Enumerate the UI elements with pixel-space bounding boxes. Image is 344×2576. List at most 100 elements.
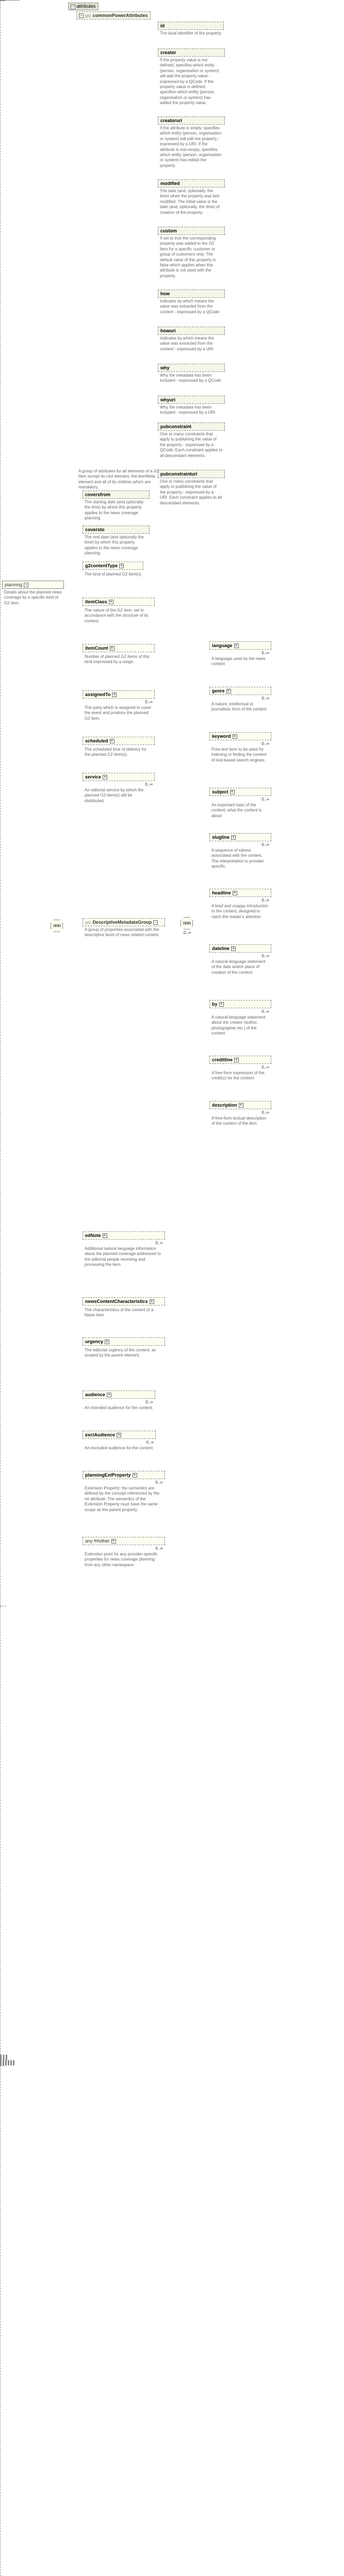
itemCount-element[interactable]: itemCount+ [83,644,155,652]
grp-prefix: grp [85,920,91,925]
expand-icon[interactable]: + [234,643,239,648]
label: custom [160,228,177,233]
expand-icon[interactable]: + [234,1058,239,1062]
expand-icon[interactable]: + [230,790,235,794]
expand-icon[interactable]: + [103,775,107,779]
expand-icon[interactable]: + [231,835,236,840]
coversto-element[interactable]: coversto [83,526,150,534]
description: The editorial urgency of the content, as… [83,1347,165,1360]
description: If set to true the corresponding propert… [158,235,225,280]
keyword-element[interactable]: keyword+ [209,732,271,740]
language-element[interactable]: language+ [209,641,271,650]
description: Why the metadata has been included - exp… [158,372,225,385]
urgency-element[interactable]: urgency+ [83,1337,165,1346]
desc-meta-label: DescriptiveMetadataGroup [93,920,152,925]
grp-prefix: grp [85,13,91,18]
g2contentType-element[interactable]: g2contentType+ [83,562,143,570]
pubconstraint-element[interactable]: pubconstraint [158,422,225,431]
label: subject [212,789,228,794]
expand-icon[interactable]: + [111,1539,116,1544]
common-power-attributes[interactable]: − grp commonPowerAttributes [76,11,151,20]
label: itemClass [85,599,107,604]
expand-icon[interactable]: + [233,734,237,739]
label: itemCount [85,646,108,651]
desc-meta-card: 0..∞ [182,930,193,935]
sequence-connector: ⊟⊟⊟ [181,917,193,929]
dateline-element[interactable]: dateline+ [209,944,271,953]
custom-element[interactable]: custom [158,227,225,235]
coversfrom-element[interactable]: coversfrom [83,490,150,499]
expand-icon[interactable]: + [110,739,114,743]
expand-icon[interactable]: + [107,1393,111,1397]
expand-icon[interactable]: + [150,1299,154,1304]
expand-icon[interactable]: + [119,564,124,568]
why-element[interactable]: why [158,364,225,372]
whyuri-element[interactable]: whyuri [158,396,225,404]
expand-icon[interactable]: + [226,689,231,693]
description: The starting date (and optionally the ti… [83,499,150,522]
how-element[interactable]: how [158,290,225,298]
description: The date (and, optionally, the time) whe… [158,188,225,216]
expand-icon[interactable]: + [231,946,236,951]
assignedTo-element[interactable]: assignedTo+ [83,690,155,699]
descriptive-metadata-group[interactable]: grp DescriptiveMetadataGroup − [83,918,165,926]
genre-element[interactable]: genre+ [209,687,271,695]
description: A free-form expression of the credit(s) … [209,1070,271,1082]
label: keyword [212,734,231,739]
expand-icon[interactable]: + [105,1340,109,1344]
by-element[interactable]: by+ [209,1000,271,1008]
expand-icon[interactable]: + [110,646,114,651]
label: assignedTo [85,692,110,697]
collapse-icon[interactable]: − [24,583,28,587]
description: Free-text term to be used for indexing o… [209,746,271,764]
exclAudience-element[interactable]: exclAudience+ [83,1431,156,1439]
slugline-element[interactable]: slugline+ [209,833,271,841]
expand-icon[interactable]: + [112,692,117,697]
expand-icon[interactable]: + [239,1103,243,1108]
cardinality: 0..∞ [209,797,271,802]
description: The local identifier of the property. [158,30,224,37]
creator-element[interactable]: creator [158,48,225,57]
howuri-element[interactable]: howuri [158,327,225,335]
newsContentCharacteristics-element[interactable]: newsContentCharacteristics+ [83,1297,165,1306]
cardinality: 0..∞ [83,1480,165,1485]
expand-icon[interactable]: + [233,891,237,895]
audience-element[interactable]: audience+ [83,1391,155,1399]
description: Indicates by which means the value was e… [158,335,225,353]
collapse-icon[interactable]: − [71,5,75,9]
scheduled-element[interactable]: scheduled+ [83,737,155,745]
collapse-icon[interactable]: − [153,920,158,925]
modified-element[interactable]: modified [158,179,225,188]
cardinality: 0..∞ [209,898,271,903]
creatoruri-element[interactable]: creatoruri [158,116,225,125]
description: Indicates by which means the value was e… [158,298,225,316]
expand-icon[interactable]: + [109,600,113,604]
subject-element[interactable]: subject+ [209,788,271,796]
cardinality: 0..∞ [83,1400,155,1404]
description: An intended audience for the content. [83,1404,155,1412]
planningExtProperty-element[interactable]: planningExtProperty+ [83,1471,165,1479]
collapse-icon[interactable]: − [79,13,84,18]
expand-icon[interactable]: + [103,1233,107,1238]
cardinality: 0..∞ [209,741,271,746]
planning-element[interactable]: planning − [2,581,64,589]
planning-desc: Details about the planned news coverage … [2,589,64,607]
itemClass-element[interactable]: itemClass+ [83,598,155,606]
description-element[interactable]: description+ [209,1101,271,1109]
label: creator [160,50,176,55]
expand-icon[interactable]: + [117,1433,121,1437]
label: edNote [85,1233,101,1238]
headline-element[interactable]: headline+ [209,889,271,897]
description: An important topic of the content; what … [209,802,271,820]
expand-icon[interactable]: + [219,1002,224,1007]
id-element[interactable]: id [158,22,224,30]
service-element[interactable]: service+ [83,773,155,781]
creditline-element[interactable]: creditline+ [209,1056,271,1064]
cardinality: 0..∞ [83,700,155,704]
any ##other-element[interactable]: any ##other+ [83,1537,165,1545]
label: scheduled [85,738,108,743]
label: creditline [212,1057,233,1062]
cardinality: 0..∞ [83,1241,165,1245]
edNote-element[interactable]: edNote+ [83,1231,165,1240]
expand-icon[interactable]: + [133,1473,137,1478]
